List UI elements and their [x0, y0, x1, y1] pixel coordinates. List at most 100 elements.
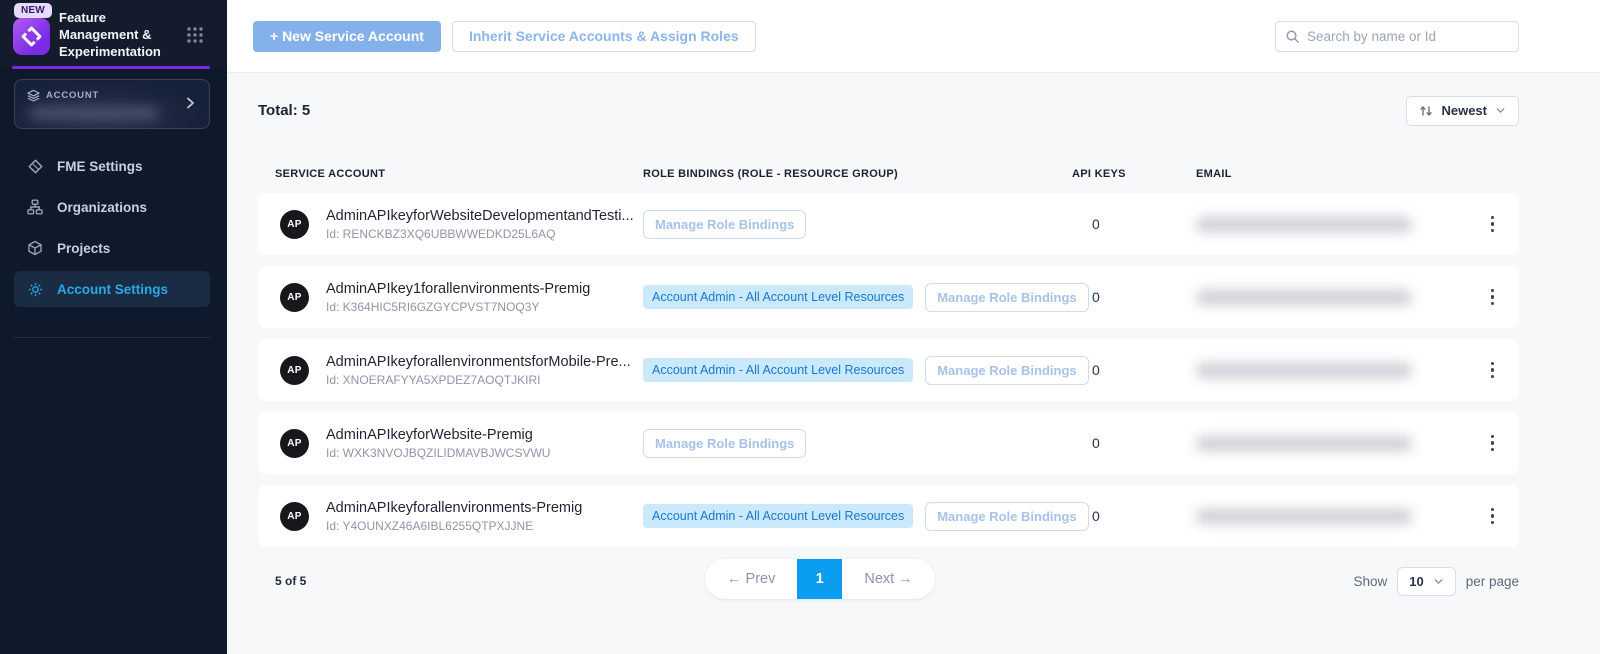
sidebar-nav: FME Settings Organizations	[14, 148, 210, 312]
service-account-name: AdminAPIkeyforallenvironments-Premig	[326, 500, 582, 516]
role-binding-badge: Account Admin - All Account Level Resour…	[643, 504, 913, 528]
service-account-id: Id: K364HIC5RI6GZGYCPVST7NOQ3Y	[326, 300, 590, 314]
manage-role-bindings-button[interactable]: Manage Role Bindings	[925, 283, 1088, 312]
account-selector[interactable]: ACCOUNT	[14, 79, 210, 129]
pagination: ← Prev 1 Next →	[705, 559, 935, 599]
main-area: + New Service Account Inherit Service Ac…	[227, 0, 1600, 654]
service-account-name: AdminAPIkeyforWebsiteDevelopmentandTesti…	[326, 208, 634, 224]
avatar: AP	[280, 356, 309, 385]
gear-icon	[26, 281, 44, 298]
org-chart-icon	[26, 199, 44, 215]
role-binding-badge: Account Admin - All Account Level Resour…	[643, 285, 913, 309]
account-label: ACCOUNT	[46, 90, 99, 101]
manage-role-bindings-button[interactable]: Manage Role Bindings	[925, 356, 1088, 385]
sidebar-item-label: Organizations	[57, 200, 147, 215]
sidebar-item-fme-settings[interactable]: FME Settings	[14, 148, 210, 184]
row-kebab-menu-icon[interactable]	[1487, 504, 1499, 529]
service-account-id: Id: Y4OUNXZ46A6IBL6255QTPXJJNE	[326, 519, 582, 533]
cube-icon	[26, 240, 44, 256]
list-toolbar: Total: 5 Newest	[258, 95, 1519, 126]
service-account-id: Id: XNOERAFYYA5XPDEZ7AOQTJKIRI	[326, 373, 631, 387]
app-logo-icon[interactable]	[13, 18, 50, 55]
table-row: AP AdminAPIkeyforWebsite-Premig Id: WXK3…	[258, 412, 1519, 474]
column-header-email: EMAIL	[1196, 168, 1466, 180]
topbar: + New Service Account Inherit Service Ac…	[227, 0, 1600, 73]
sidebar-item-label: Account Settings	[57, 282, 168, 297]
prev-page-button[interactable]: ← Prev	[705, 559, 797, 599]
inherit-service-accounts-button[interactable]: Inherit Service Accounts & Assign Roles	[452, 21, 756, 52]
api-keys-count: 0	[1072, 216, 1196, 232]
search-box[interactable]	[1275, 21, 1519, 52]
sort-label: Newest	[1441, 103, 1487, 118]
service-account-name: AdminAPIkeyforWebsite-Premig	[326, 427, 550, 443]
next-page-button[interactable]: Next →	[842, 559, 934, 599]
manage-role-bindings-button[interactable]: Manage Role Bindings	[925, 502, 1088, 531]
show-label: Show	[1353, 574, 1387, 589]
table-row: AP AdminAPIkey1forallenvironments-Premig…	[258, 266, 1519, 328]
page-summary: 5 of 5	[258, 574, 306, 588]
table-row: AP AdminAPIkeyforallenvironmentsforMobil…	[258, 339, 1519, 401]
chevron-right-icon	[183, 96, 197, 110]
avatar: AP	[280, 210, 309, 239]
service-account-name: AdminAPIkey1forallenvironments-Premig	[326, 281, 590, 297]
sort-arrows-icon	[1419, 104, 1433, 118]
avatar: AP	[280, 502, 309, 531]
page-size-value: 10	[1409, 574, 1423, 589]
app-title: Feature Management & Experimentation	[59, 10, 181, 61]
search-input[interactable]	[1307, 29, 1509, 44]
page-size-group: Show 10 per page	[1353, 567, 1519, 596]
sidebar-item-label: Projects	[57, 241, 110, 256]
current-page-button[interactable]: 1	[797, 559, 842, 599]
total-count: Total: 5	[258, 102, 310, 119]
email-redacted	[1196, 363, 1412, 378]
sidebar: NEW Feature Management & Experimentation	[0, 0, 227, 654]
manage-role-bindings-button[interactable]: Manage Role Bindings	[643, 429, 806, 458]
row-kebab-menu-icon[interactable]	[1487, 431, 1499, 456]
avatar: AP	[280, 429, 309, 458]
table-row: AP AdminAPIkeyforWebsiteDevelopmentandTe…	[258, 193, 1519, 255]
api-keys-count: 0	[1072, 289, 1196, 305]
app-root: NEW Feature Management & Experimentation	[0, 0, 1600, 654]
brand-underline	[12, 66, 210, 69]
fme-diamond-icon	[26, 158, 44, 175]
chevron-down-icon	[1495, 105, 1506, 116]
row-kebab-menu-icon[interactable]	[1487, 358, 1499, 383]
column-header-api-keys: API KEYS	[1072, 168, 1196, 180]
email-redacted	[1196, 290, 1412, 305]
row-kebab-menu-icon[interactable]	[1487, 212, 1499, 237]
email-redacted	[1196, 217, 1412, 232]
table-row: AP AdminAPIkeyforallenvironments-Premig …	[258, 485, 1519, 547]
chevron-down-icon	[1433, 576, 1444, 587]
api-keys-count: 0	[1072, 435, 1196, 451]
service-account-name: AdminAPIkeyforallenvironmentsforMobile-P…	[326, 354, 631, 370]
new-service-account-button[interactable]: + New Service Account	[253, 21, 441, 52]
avatar: AP	[280, 283, 309, 312]
role-binding-badge: Account Admin - All Account Level Resour…	[643, 358, 913, 382]
service-account-id: Id: RENCKBZ3XQ6UBBWWEDKD25L6AQ	[326, 227, 634, 241]
sidebar-item-label: FME Settings	[57, 159, 143, 174]
nav-divider	[14, 337, 210, 338]
api-keys-count: 0	[1072, 362, 1196, 378]
service-account-id: Id: WXK3NVOJBQZILIDMAVBJWCSVWU	[326, 446, 550, 460]
new-badge: NEW	[14, 3, 52, 18]
column-header-service-account: SERVICE ACCOUNT	[258, 168, 643, 180]
email-redacted	[1196, 509, 1412, 524]
sort-dropdown[interactable]: Newest	[1406, 96, 1519, 126]
api-keys-count: 0	[1072, 508, 1196, 524]
per-page-label: per page	[1466, 574, 1519, 589]
row-kebab-menu-icon[interactable]	[1487, 285, 1499, 310]
page-size-dropdown[interactable]: 10	[1397, 567, 1455, 596]
account-name-redacted	[29, 107, 159, 119]
sidebar-item-projects[interactable]: Projects	[14, 230, 210, 266]
manage-role-bindings-button[interactable]: Manage Role Bindings	[643, 210, 806, 239]
list-footer: 5 of 5 ← Prev 1 Next → Show 10 per page	[258, 558, 1519, 604]
content: Total: 5 Newest	[227, 73, 1600, 654]
sidebar-item-account-settings[interactable]: Account Settings	[14, 271, 210, 307]
layers-icon	[27, 89, 40, 102]
app-grid-icon[interactable]	[186, 26, 204, 44]
email-redacted	[1196, 436, 1412, 451]
search-icon	[1285, 29, 1300, 44]
service-account-list: AP AdminAPIkeyforWebsiteDevelopmentandTe…	[258, 193, 1519, 547]
sidebar-item-organizations[interactable]: Organizations	[14, 189, 210, 225]
table-header-row: SERVICE ACCOUNT ROLE BINDINGS (ROLE - RE…	[258, 168, 1519, 180]
